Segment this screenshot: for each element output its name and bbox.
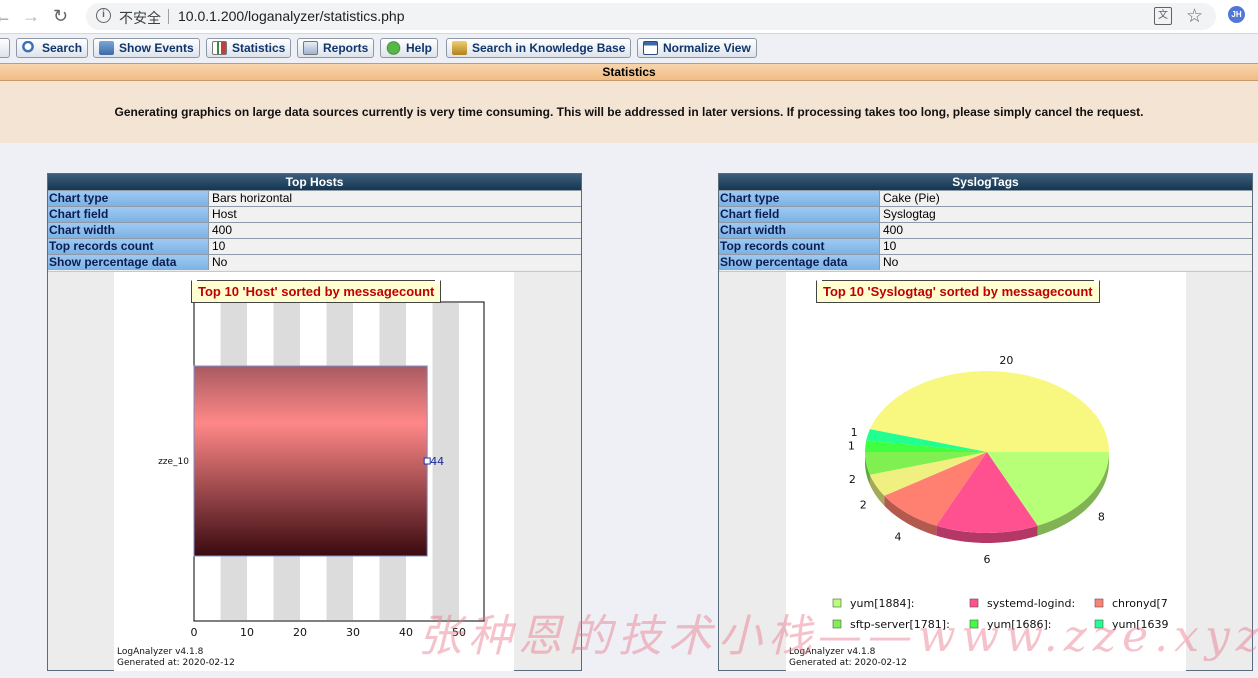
x-tick-label: 40 (399, 626, 413, 639)
window-icon (643, 41, 658, 55)
search-button[interactable]: Search (16, 38, 89, 58)
statistics-label: Statistics (232, 41, 286, 55)
chart-footer-version: LogAnalyzer v4.1.8 (117, 647, 204, 657)
reload-icon[interactable]: ↻ (53, 6, 68, 26)
chart-icon (212, 41, 227, 55)
profile-avatar[interactable]: JH (1228, 6, 1245, 23)
knowledge-base-button[interactable]: Search in Knowledge Base (446, 38, 632, 58)
magnifier-icon (22, 41, 37, 55)
prop-row: Chart field Host (48, 206, 581, 222)
prop-label: Chart type (48, 191, 209, 206)
processing-notice: Generating graphics on large data source… (0, 81, 1258, 143)
normalize-view-button[interactable]: Normalize View (637, 38, 757, 58)
pie-value-label: 6 (984, 553, 991, 566)
prop-row: Chart type Cake (Pie) (719, 190, 1252, 206)
reports-button[interactable]: Reports (297, 38, 375, 58)
prop-value: Host (209, 207, 581, 222)
reports-label: Reports (323, 41, 369, 55)
x-tick-label: 20 (293, 626, 307, 639)
chart-title: Top 10 'Host' sorted by messagecount (191, 280, 442, 303)
pie-value-label: 8 (1098, 510, 1105, 523)
back-arrow-icon[interactable]: ← (0, 6, 12, 26)
prop-value: Syslogtag (880, 207, 1252, 222)
prop-row: Chart width 400 (719, 222, 1252, 238)
pie-value-label: 2 (849, 473, 856, 486)
prop-value: No (880, 255, 1252, 270)
prop-label: Show percentage data (719, 255, 880, 270)
pie-value-label: 2 (860, 499, 867, 512)
prop-row: Show percentage data No (719, 254, 1252, 270)
prop-label: Show percentage data (48, 255, 209, 270)
category-label: zze_10 (158, 457, 189, 467)
bookmark-star-icon[interactable]: ☆ (1186, 5, 1203, 28)
show-events-button[interactable]: Show Events (93, 38, 200, 58)
prop-row: Chart type Bars horizontal (48, 190, 581, 206)
show-events-label: Show Events (119, 41, 194, 55)
x-tick-label: 30 (346, 626, 360, 639)
page-title: Statistics (0, 63, 1258, 81)
url-text[interactable]: 10.0.1.200/loganalyzer/statistics.php (178, 8, 404, 24)
prop-label: Chart field (719, 207, 880, 222)
prop-value: No (209, 255, 581, 270)
x-tick-label: 0 (191, 626, 198, 639)
knowledge-base-label: Search in Knowledge Base (472, 41, 626, 55)
report-icon (303, 41, 318, 55)
top-hosts-panel: Top Hosts Chart type Bars horizontal Char… (47, 173, 582, 671)
help-icon (386, 41, 401, 55)
pie-value-label: 4 (894, 530, 901, 543)
prop-label: Chart width (719, 223, 880, 238)
prop-label: Chart type (719, 191, 880, 206)
browser-bar: ← → ↻ i 不安全 10.0.1.200/loganalyzer/stati… (0, 0, 1258, 34)
prop-row: Top records count 10 (719, 238, 1252, 254)
prop-row: Chart field Syslogtag (719, 206, 1252, 222)
prop-value: 10 (209, 239, 581, 254)
x-tick-label: 10 (240, 626, 254, 639)
statistics-button[interactable]: Statistics (206, 38, 292, 58)
database-icon (452, 41, 467, 55)
prop-label: Chart width (48, 223, 209, 238)
chart-footer-date: Generated at: 2020-02-12 (117, 658, 235, 668)
pie-value-label: 1 (848, 439, 855, 452)
prop-row: Chart width 400 (48, 222, 581, 238)
search-button-label: Search (42, 41, 83, 55)
prop-label: Top records count (719, 239, 880, 254)
watermark-text: 张种恩的技术小栈——www.zze.xyz (418, 611, 1258, 662)
help-label: Help (406, 41, 433, 55)
bar-value-label: 44 (430, 455, 444, 468)
pie-value-label: 1 (851, 426, 858, 439)
prop-value: 400 (880, 223, 1252, 238)
prop-value: Cake (Pie) (880, 191, 1252, 206)
prop-value: 10 (880, 239, 1252, 254)
prop-value: Bars horizontal (209, 191, 581, 206)
chart-title: Top 10 'Syslogtag' sorted by messagecoun… (816, 280, 1100, 303)
address-bar[interactable]: i 不安全 10.0.1.200/loganalyzer/statistics.… (86, 3, 1216, 30)
insecure-label: 不安全 (119, 10, 161, 26)
panel-title: Top Hosts (48, 174, 581, 190)
forward-arrow-icon[interactable]: → (22, 6, 40, 26)
info-icon[interactable]: i (96, 8, 111, 23)
help-button[interactable]: Help (380, 38, 439, 58)
syslogtags-panel: SyslogTags Chart type Cake (Pie) Chart fi… (718, 173, 1253, 671)
panel-title: SyslogTags (719, 174, 1252, 190)
prop-label: Chart field (48, 207, 209, 222)
prop-row: Show percentage data No (48, 254, 581, 270)
app-toolbar: Search Show Events Statistics Reports He… (0, 35, 1258, 63)
address-separator (168, 9, 169, 24)
house-icon (99, 41, 114, 55)
pie-value-label: 20 (999, 354, 1013, 367)
prop-value: 400 (209, 223, 581, 238)
prop-label: Top records count (48, 239, 209, 254)
prop-row: Top records count 10 (48, 238, 581, 254)
toolbar-button-partial[interactable] (0, 38, 10, 58)
translate-icon[interactable]: 文 (1154, 7, 1172, 25)
normalize-view-label: Normalize View (663, 41, 751, 55)
bar (193, 365, 428, 557)
